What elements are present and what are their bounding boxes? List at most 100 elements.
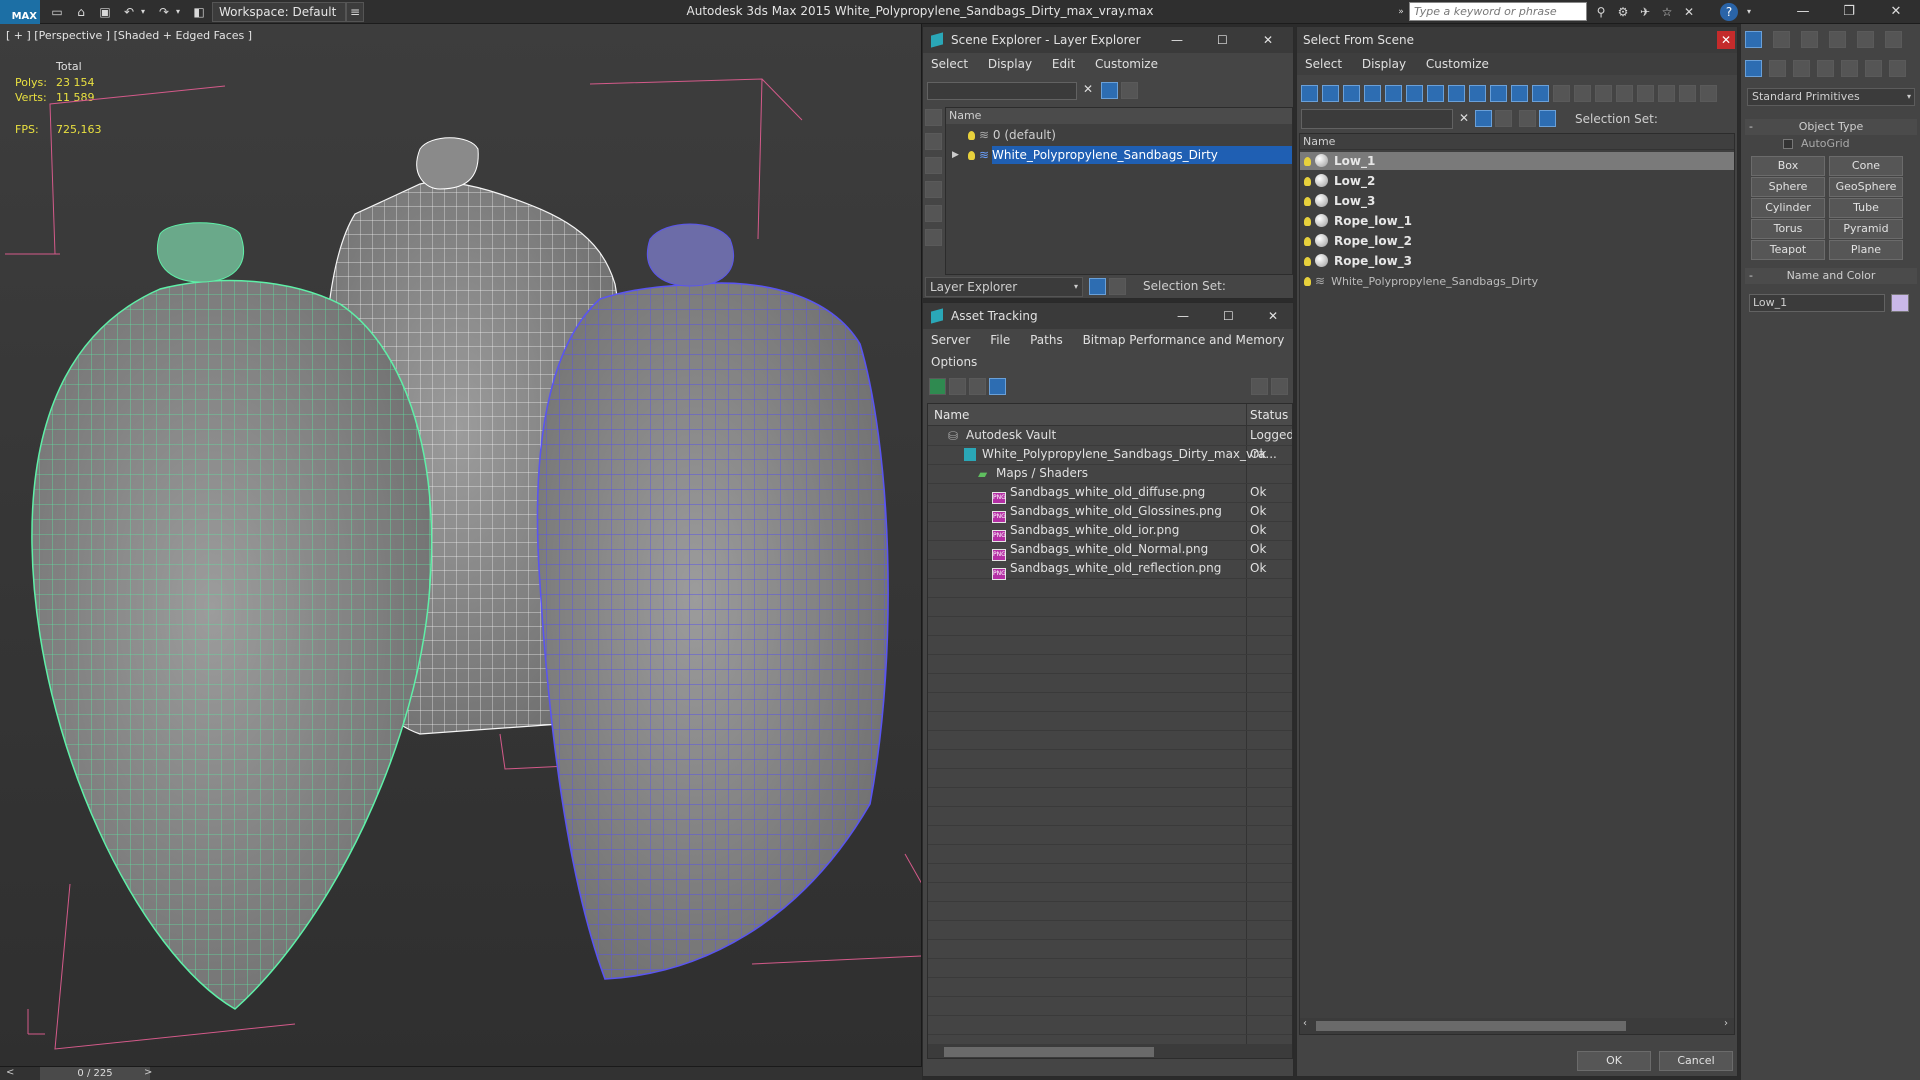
lights-category-icon[interactable] — [1793, 60, 1810, 77]
keyword-search-input[interactable]: Type a keyword or phrase — [1409, 2, 1587, 21]
select-from-scene-titlebar[interactable]: Select From Scene ✕ — [1297, 27, 1737, 53]
cameras-category-icon[interactable] — [1817, 60, 1834, 77]
primitive-button[interactable]: Plane — [1829, 240, 1903, 260]
communication-center-icon[interactable]: ✈ — [1636, 3, 1654, 21]
menu-options[interactable]: Options — [931, 355, 977, 369]
layers-icon[interactable] — [1519, 110, 1536, 127]
close-icon[interactable]: ✕ — [1872, 0, 1920, 24]
autogrid-checkbox[interactable] — [1783, 139, 1793, 149]
primitive-button[interactable]: Box — [1751, 156, 1825, 176]
asset-row[interactable]: PNG Sandbags_white_old_reflection.png Ok — [928, 560, 1292, 580]
help-icon[interactable]: ? — [1720, 3, 1738, 21]
scene-explorer-minimize-icon[interactable]: — — [1171, 27, 1183, 53]
primitive-button[interactable]: Sphere — [1751, 177, 1825, 197]
visibility-bulb-icon[interactable] — [1304, 177, 1311, 186]
spacewarps-category-icon[interactable] — [1865, 60, 1882, 77]
visibility-bulb-icon[interactable] — [1304, 237, 1311, 246]
object-type-rollout-header[interactable]: - Object Type — [1745, 119, 1917, 135]
asset-row[interactable]: PNG Sandbags_white_old_diffuse.png Ok — [928, 484, 1292, 504]
menu-server[interactable]: Server — [931, 333, 970, 347]
help-dropdown-icon[interactable]: ▾ — [1740, 3, 1758, 21]
layer-settings-icon[interactable] — [1495, 110, 1512, 127]
object-row[interactable]: Low_3 — [1300, 192, 1734, 210]
shapes-category-icon[interactable] — [1769, 60, 1786, 77]
perspective-viewport[interactable]: [ + ] [Perspective ] [Shaded + Edged Fac… — [0, 24, 922, 1066]
display-hidden-icon[interactable] — [1532, 85, 1549, 102]
restore-icon[interactable]: ❐ — [1826, 0, 1872, 24]
display-helpers-icon[interactable] — [1385, 85, 1402, 102]
scrollbar-thumb[interactable] — [1316, 1021, 1626, 1031]
asset-help-icon[interactable] — [1251, 378, 1268, 395]
layer-settings-icon[interactable] — [1121, 82, 1138, 99]
object-row[interactable]: ≋ White_Polypropylene_Sandbags_Dirty — [1300, 272, 1734, 290]
open-folder-icon[interactable]: ⌂ — [72, 3, 90, 21]
filter-icon[interactable] — [1101, 82, 1118, 99]
menu-bitmap-performance[interactable]: Bitmap Performance and Memory — [1083, 333, 1285, 347]
visibility-bulb-icon[interactable] — [1304, 257, 1311, 266]
display-none-icon[interactable] — [1574, 85, 1591, 102]
menu-customize[interactable]: Customize — [1095, 57, 1158, 71]
clear-search-icon[interactable]: ✕ — [1083, 82, 1093, 96]
table-view-icon[interactable] — [989, 378, 1006, 395]
scene-explorer-maximize-icon[interactable]: ☐ — [1217, 27, 1228, 53]
time-slider[interactable]: < 0 / 225 > — [0, 1066, 922, 1080]
binoculars-icon[interactable]: ⚲ — [1592, 3, 1610, 21]
undo-dropdown-icon[interactable]: ▾ — [138, 3, 148, 21]
primitive-button[interactable]: Pyramid — [1829, 219, 1903, 239]
visibility-bulb-icon[interactable] — [1304, 277, 1311, 286]
primitive-button[interactable]: GeoSphere — [1829, 177, 1903, 197]
display-lights-icon[interactable] — [925, 157, 942, 174]
modify-tab-icon[interactable] — [1773, 31, 1790, 48]
list-view-icon[interactable] — [949, 378, 966, 395]
object-row[interactable]: Low_2 — [1300, 172, 1734, 190]
subscription-icon[interactable]: ⚙ — [1614, 3, 1632, 21]
scroll-right-icon[interactable]: › — [1724, 1018, 1728, 1029]
display-cameras-icon[interactable] — [1364, 85, 1381, 102]
menu-select[interactable]: Select — [931, 57, 968, 71]
asset-tracking-close-icon[interactable]: ✕ — [1268, 303, 1278, 329]
app-logo-button[interactable]: MAX — [0, 0, 40, 24]
object-list-header[interactable]: Name — [1300, 134, 1734, 150]
display-geometry-icon[interactable] — [1301, 85, 1318, 102]
filter-options-icon[interactable] — [1679, 85, 1696, 102]
favorites-star-icon[interactable]: ☆ — [1658, 3, 1676, 21]
display-all-icon[interactable] — [1553, 85, 1570, 102]
primitive-button[interactable]: Torus — [1751, 219, 1825, 239]
object-row[interactable]: Low_1 — [1300, 152, 1734, 170]
primitive-button[interactable]: Cone — [1829, 156, 1903, 176]
display-frozen-icon[interactable] — [1511, 85, 1528, 102]
workspace-dropdown[interactable]: Workspace: Default — [212, 2, 346, 22]
geometry-category-icon[interactable] — [1745, 60, 1762, 77]
filter-icon[interactable] — [1475, 110, 1492, 127]
asset-row[interactable]: ⛁ Autodesk Vault Logged — [928, 427, 1292, 446]
thumbnail-view-icon[interactable] — [969, 378, 986, 395]
create-tab-icon[interactable] — [1745, 31, 1762, 48]
asset-tracking-maximize-icon[interactable]: ☐ — [1223, 303, 1234, 329]
search-arrows-icon[interactable]: » — [1392, 3, 1410, 21]
display-cameras-icon[interactable] — [925, 181, 942, 198]
layer-row-default[interactable]: ≋ 0 (default) — [946, 126, 1292, 144]
scroll-left-icon[interactable]: ‹ — [1303, 1018, 1307, 1029]
asset-row[interactable]: PNG Sandbags_white_old_Normal.png Ok — [928, 541, 1292, 561]
asset-tracking-minimize-icon[interactable]: — — [1177, 303, 1189, 329]
workspace-dropdown-arrow-icon[interactable]: ≡ — [346, 2, 364, 22]
column-status[interactable]: Status — [1250, 408, 1288, 422]
layer-explorer-toggle-icon[interactable] — [1089, 278, 1106, 295]
refresh-icon[interactable] — [929, 378, 946, 395]
layer-row-sandbags[interactable]: White_Polypropylene_Sandbags_Dirty — [992, 146, 1292, 164]
clear-search-icon[interactable]: ✕ — [1459, 111, 1469, 125]
explorer-type-dropdown[interactable]: Layer Explorer ▾ — [925, 277, 1083, 297]
visibility-bulb-icon[interactable] — [1304, 157, 1311, 166]
new-file-icon[interactable]: ▭ — [48, 3, 66, 21]
hierarchy-tab-icon[interactable] — [1801, 31, 1818, 48]
layer-tree-header[interactable]: Name — [946, 108, 1292, 124]
display-geometry-icon[interactable] — [925, 109, 942, 126]
menu-file[interactable]: File — [990, 333, 1010, 347]
object-color-swatch[interactable] — [1891, 294, 1909, 312]
asset-row[interactable]: PNG Sandbags_white_old_ior.png Ok — [928, 522, 1292, 542]
scene-explorer-search-input[interactable] — [927, 82, 1077, 100]
save-icon[interactable]: ▣ — [96, 3, 114, 21]
scene-explorer-close-icon[interactable]: ✕ — [1263, 27, 1273, 53]
visibility-bulb-icon[interactable] — [1304, 217, 1311, 226]
exchange-icon[interactable]: ✕ — [1680, 3, 1698, 21]
